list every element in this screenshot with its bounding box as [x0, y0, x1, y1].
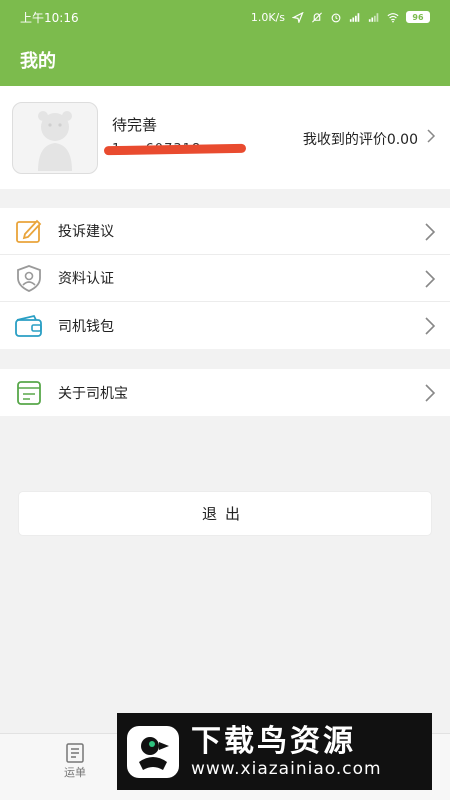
chevron-right-icon [427, 129, 436, 143]
alarm-icon [331, 13, 341, 22]
menu-item-label: 投诉建议 [58, 224, 114, 240]
tab-waybill[interactable]: 运单 [50, 742, 100, 780]
default-avatar-icon [38, 111, 72, 171]
page-title: 我的 [20, 51, 56, 72]
signal-hd-icon [349, 12, 360, 22]
chevron-right-icon [425, 223, 436, 241]
logout-button[interactable]: 退出 [18, 491, 432, 536]
watermark-title: 下载鸟资源 [191, 723, 356, 759]
tab-label: 运单 [64, 766, 86, 779]
bird-logo-icon [127, 725, 179, 778]
status-bar: 上午10:16 1.0K/s 96 [0, 0, 450, 34]
signal-icon [368, 12, 379, 22]
chevron-right-icon [425, 317, 436, 335]
wifi-icon [387, 12, 399, 22]
redaction-mark [103, 143, 247, 156]
network-speed: 1.0K/s [250, 10, 285, 24]
menu-item-complaint[interactable]: 投诉建议 [0, 208, 450, 255]
menu-item-label: 司机钱包 [58, 318, 114, 335]
profile-card[interactable]: 待完善 1 … 607318 我收到的评价0.00 [0, 86, 450, 189]
menu-item-verification[interactable]: 资料认证 [0, 255, 450, 302]
menu-item-label: 资料认证 [58, 271, 114, 287]
edit-icon [14, 216, 44, 246]
menu-item-wallet[interactable]: 司机钱包 [0, 302, 450, 349]
waybill-icon [66, 743, 84, 763]
status-time: 上午10:16 [20, 10, 79, 25]
title-bar: 我的 [0, 34, 450, 86]
wallet-icon [14, 311, 44, 341]
watermark-banner: 下载鸟资源 www.xiazainiao.com [117, 713, 432, 790]
chevron-right-icon [425, 384, 436, 402]
menu-item-about[interactable]: 关于司机宝 [0, 369, 450, 416]
battery-icon: 96 [406, 11, 430, 23]
chevron-right-icon [425, 270, 436, 288]
status-icons: 1.0K/s 96 [251, 11, 430, 24]
watermark-url: www.xiazainiao.com [191, 758, 382, 779]
profile-name: 待完善 [112, 116, 158, 134]
menu-item-label: 关于司机宝 [58, 385, 128, 402]
mute-bell-icon [312, 12, 322, 22]
menu-group-account: 投诉建议 资料认证 司机钱包 [0, 208, 450, 349]
menu-group-about: 关于司机宝 [0, 369, 450, 416]
avatar[interactable] [12, 102, 98, 174]
location-icon [292, 11, 304, 23]
id-shield-icon [14, 263, 44, 293]
rating-label[interactable]: 我收到的评价0.00 [303, 129, 418, 149]
info-card-icon [14, 378, 44, 408]
